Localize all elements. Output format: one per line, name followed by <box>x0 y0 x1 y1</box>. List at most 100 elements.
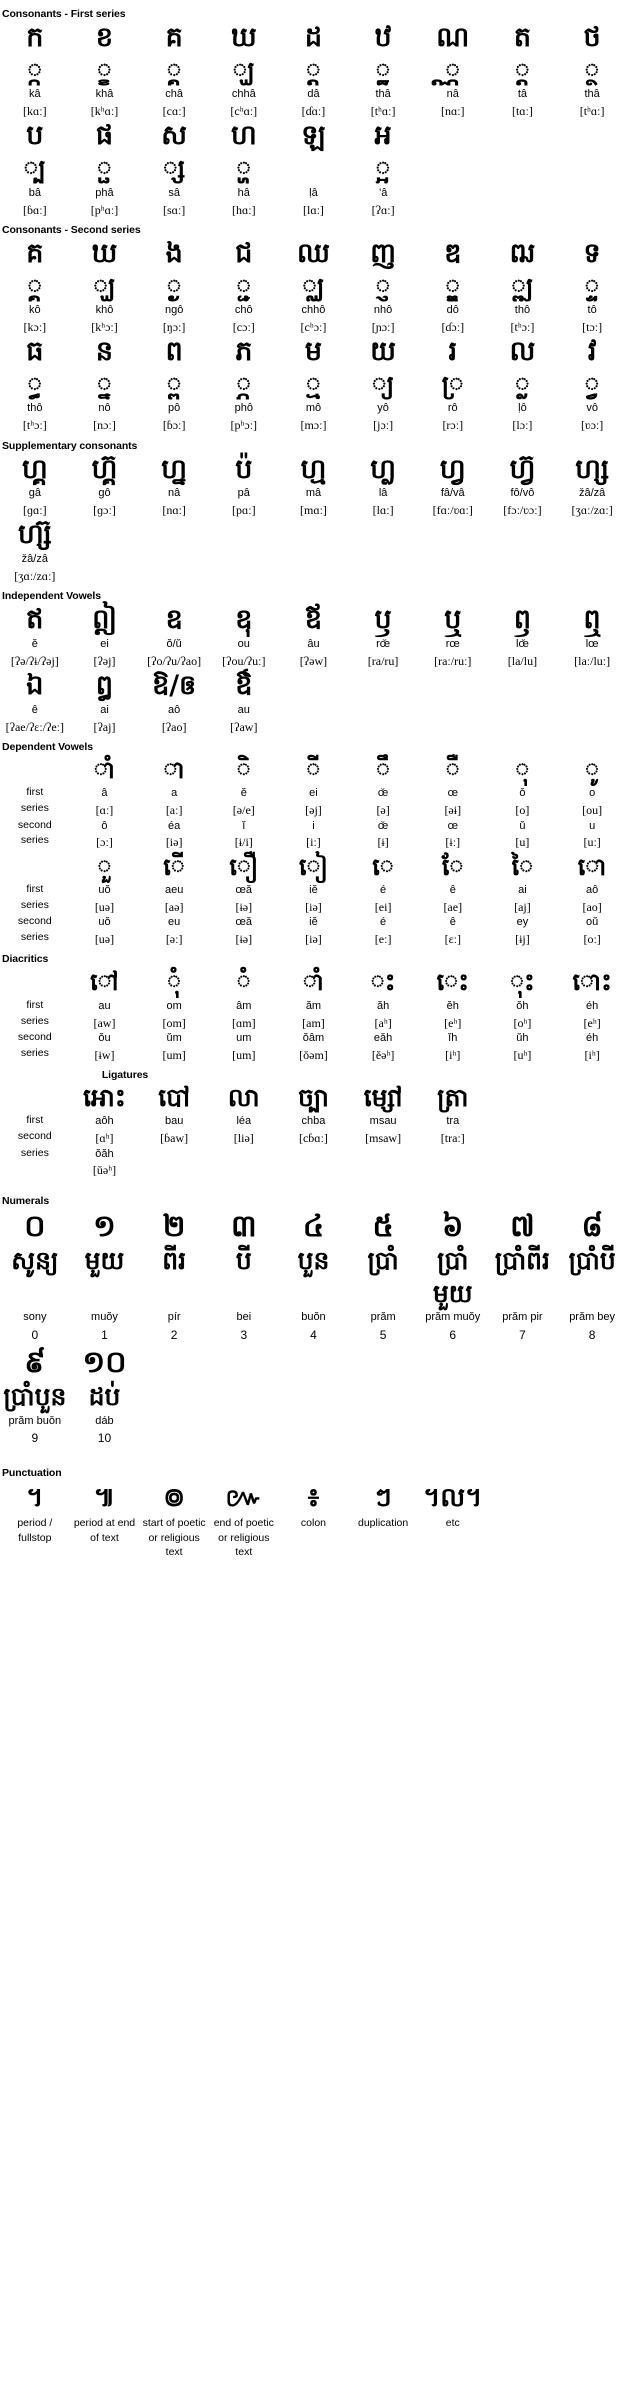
khmer-subscript: ្ម <box>306 369 321 399</box>
khmer-letter: ឫ <box>374 604 392 636</box>
table-row-ipa: [kɔː] [kʰɔː] [ŋɔː] [cɔː] [cʰɔː] [ɲɔː] [ɗ… <box>0 319 627 335</box>
romanization: ĭ <box>242 819 246 832</box>
dependent-vowels-row2-table: ួ ើ ឿ ៀ េ ែ ៃ ោ first uŏ aeu œă iĕ é ê a… <box>0 851 627 948</box>
ipa: [ou] <box>582 803 603 818</box>
arabic-digit: 10 <box>97 1430 112 1445</box>
ipa: [ɛː] <box>444 932 461 947</box>
ipa: [ɓɔː] <box>162 418 186 433</box>
romanization: nhô <box>373 304 393 316</box>
khmer-letter: ឪ <box>304 604 323 636</box>
khmer-letter: ឧុ <box>235 604 253 636</box>
ipa: [kʰɔː] <box>91 319 118 334</box>
romanization: yô <box>377 402 389 415</box>
empty-cell <box>418 119 488 153</box>
romanization: ŏu <box>98 1031 111 1044</box>
khmer-letter: ញ <box>370 237 396 269</box>
ipa: [cɓɑː] <box>298 1131 328 1146</box>
khmer-number-word: បួន <box>297 1246 330 1276</box>
ipa: [uʰ] <box>513 1047 532 1062</box>
romanization: chhô <box>301 304 326 316</box>
table-row-glyphs: ០ ១ ២ ៣ ៤ ៥ ៦ ៧ ៨ <box>0 1208 627 1246</box>
khmer-letter: ឭ <box>513 604 531 636</box>
ipa: [ɑʰ] <box>95 1131 114 1146</box>
empty-cell <box>557 1516 627 1559</box>
table-row-ipa: [kɑː] [kʰɑː] [cɑː] [cʰɑː] [ɗɑː] [tʰɑː] [… <box>0 103 627 119</box>
ipa: [liə] <box>233 1131 254 1146</box>
romanization: mâ <box>305 487 322 500</box>
table-row-second-series-extra-rom: series ŏăh <box>0 1147 627 1163</box>
punctuation-label: start of poetic or religious text <box>142 1517 206 1558</box>
khmer-letter: រ <box>448 336 458 368</box>
table-row-glyphs: ៩ ១០ <box>0 1344 627 1382</box>
khmer-subscript: ្ផ <box>97 154 112 184</box>
ipa: [pɑː] <box>231 503 256 518</box>
empty-cell <box>139 552 209 568</box>
empty-cell <box>418 186 488 202</box>
romanization: ăh <box>376 999 390 1012</box>
empty-cell <box>279 1162 349 1178</box>
khmer-letter: ត <box>513 22 531 53</box>
empty-cell <box>557 1082 627 1115</box>
empty-cell <box>348 1147 418 1163</box>
romanization: thô <box>27 402 43 415</box>
romanization: um <box>236 1031 252 1044</box>
khmer-letter: ហ្វ៊ <box>509 453 536 485</box>
empty-cell <box>418 1414 488 1429</box>
arabic-digit: 6 <box>449 1327 457 1342</box>
khmer-letter: ហ្វ <box>439 453 466 485</box>
ipa: [om] <box>162 1015 186 1030</box>
khmer-punctuation-glyph: ។ <box>26 1482 44 1513</box>
ipa: [tʰɑː] <box>370 104 396 119</box>
romanization: khô <box>95 304 114 316</box>
empty-cell <box>139 568 209 584</box>
khmer-numeral-glyph: ៤ <box>302 1208 325 1244</box>
romanization: bâ <box>28 186 41 199</box>
numerals-row2-table: ៩ ១០ ប្រាំបួន ដប់ prăm buŏn dáb 9 10 <box>0 1344 627 1447</box>
khmer-vowel-glyph: ាំ <box>93 756 116 784</box>
empty-cell <box>279 703 349 719</box>
romanization: chhâ <box>231 88 256 101</box>
ipa: [um] <box>232 1047 256 1062</box>
consonants-first-row1-table: ក ខ គ ឃ ដ ឋ ណ ត ថ ្ក ្ខ ្គ ្ឃ ្ដ ្ឋ ្ណ ្… <box>0 21 627 119</box>
ipa: [cʰɑː] <box>230 104 258 119</box>
khmer-numeral-glyph: ១ <box>93 1208 116 1244</box>
ipa: [laː/luː] <box>574 653 611 668</box>
empty-cell <box>488 552 558 568</box>
empty-cell <box>0 754 70 786</box>
romanization: oŭ <box>586 916 599 929</box>
khmer-subscript <box>279 153 349 186</box>
khmer-subscript: ្ឍ <box>511 271 534 301</box>
empty-cell <box>488 1114 558 1130</box>
khmer-letter: ឳ <box>235 670 253 702</box>
table-row-digits: 9 10 <box>0 1429 627 1447</box>
ipa: [fɔː/ʋɔː] <box>503 503 542 518</box>
romanization: œ̆ <box>377 787 389 800</box>
romanization: éa <box>168 819 181 832</box>
table-row-ipa: [ʒɑː/zɑː] <box>0 568 627 584</box>
row-label-series: series <box>20 898 49 911</box>
khmer-subscript: ្ដ <box>306 55 321 85</box>
khmer-letter: យ <box>370 336 396 368</box>
khmer-letter: ហ <box>230 120 257 152</box>
romanization: prăm bey <box>569 1311 616 1324</box>
khmer-subscript: ្ណ <box>445 55 461 85</box>
table-row-letters: ក ខ គ ឃ ដ ឋ ណ ត ថ <box>0 21 627 55</box>
empty-cell <box>488 1344 558 1382</box>
khmer-diacritic-glyph: ោះ <box>572 968 612 997</box>
ipa: [um] <box>162 1047 186 1062</box>
khmer-letter: ហ្ល <box>370 453 396 485</box>
ligatures-table: អោះ បៅ លា ច្បា ម្សៅ ត្រា first aôh bau l… <box>0 1082 627 1179</box>
empty-cell <box>557 1480 627 1516</box>
empty-cell <box>488 669 558 703</box>
khmer-vowel-glyph: ឿ <box>229 852 259 881</box>
khmer-subscript: ្ន <box>97 369 112 399</box>
romanization: ŏh <box>516 999 529 1012</box>
ipa: [ɓaw] <box>160 1131 189 1146</box>
empty-cell <box>418 703 488 719</box>
khmer-subscript: ្ហ <box>236 154 252 184</box>
khmer-letter: ណ <box>436 22 470 53</box>
empty-cell <box>557 1130 627 1146</box>
khmer-ligature-glyph: ច្បា <box>298 1082 329 1112</box>
table-row-romanization: thô nô pô phô mô yô rô ḷô vô <box>0 401 627 417</box>
